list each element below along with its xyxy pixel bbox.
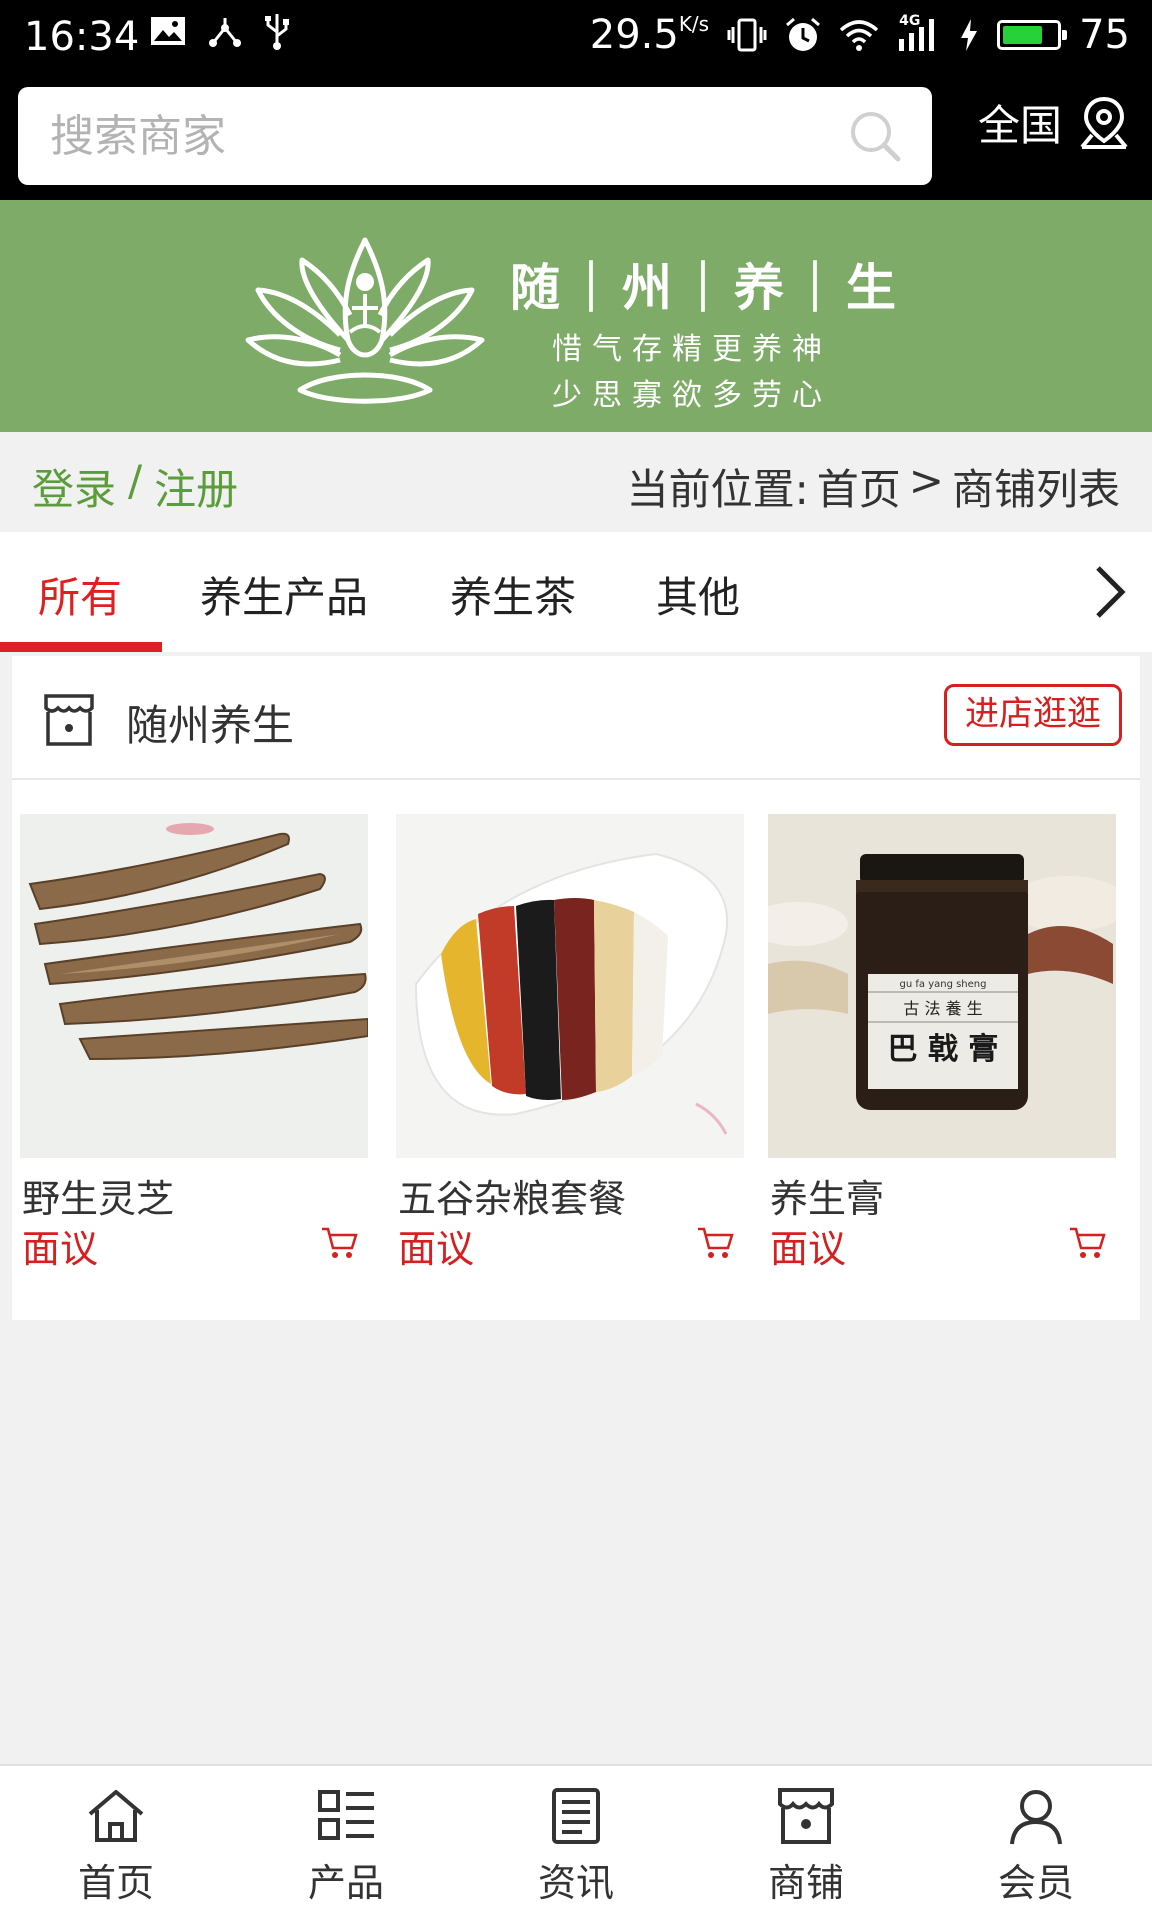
shop-header: 随州养生 进店逛逛 [12,656,1140,780]
region-selector[interactable]: 全国 [978,92,1132,153]
net-speed: 29.5 [589,12,679,58]
location-pin-icon [1080,96,1128,149]
signal-icon [899,19,935,51]
product-price: 面议 [22,1227,99,1271]
shop-card: 随州养生 进店逛逛 野生灵芝 面议 五谷杂粮套餐 面议 gu fa yang s… [12,656,1140,1320]
store-icon [778,1788,834,1844]
nav-member[interactable]: 会员 [956,1786,1116,1907]
product-price: 面议 [770,1227,847,1271]
cart-icon[interactable] [696,1226,734,1260]
alarm-icon [786,17,821,51]
lotus-logo [245,237,485,404]
home-icon [88,1790,144,1842]
search-input[interactable] [48,105,832,167]
breadcrumb-home[interactable]: 首页 [817,456,901,517]
product-card[interactable]: gu fa yang sheng 古 法 養 生 巴 戟 膏 养生膏 面议 [768,814,1116,1271]
banner-brand: 随｜州｜养｜生 [510,258,902,317]
product-image[interactable] [20,814,368,1158]
lingzhi-photo [20,814,368,1158]
product-price: 面议 [398,1227,475,1271]
info-bar: 登录 / 注册 当前位置: 首页 > 商铺列表 [0,432,1152,532]
login-link[interactable]: 登录 [32,456,116,517]
product-name[interactable]: 五谷杂粮套餐 [398,1168,626,1223]
chevron-right-icon[interactable] [1090,562,1130,622]
product-image[interactable]: gu fa yang sheng 古 法 養 生 巴 戟 膏 [768,814,1116,1158]
breadcrumb-prefix: 当前位置: [626,465,809,514]
product-image[interactable] [396,814,744,1158]
grid-list-icon [318,1790,374,1840]
nav-member-label: 会员 [997,1861,1074,1905]
nav-home-label: 首页 [77,1861,154,1905]
battery-percent: 75 [1079,12,1130,58]
product-card[interactable]: 五谷杂粮套餐 面议 [396,814,744,1271]
nav-home[interactable]: 首页 [36,1786,196,1907]
charging-icon [961,19,978,51]
status-time: 16:34 [24,14,140,60]
usb-icon [265,14,289,50]
cart-icon[interactable] [320,1226,358,1260]
jar-label-top: gu fa yang sheng [900,979,987,990]
grains-photo [396,814,744,1158]
region-label: 全国 [977,101,1062,150]
active-tab-indicator [0,642,162,652]
tab-all[interactable]: 所有 [38,564,122,625]
banner: 随｜州｜养｜生 惜气存精更养神 少思寡欲多劳心 [0,200,1152,432]
header: 全国 [0,74,1152,200]
tab-other[interactable]: 其他 [656,564,740,625]
banner-motto-1: 惜气存精更养神 [552,332,832,367]
battery-icon [997,20,1068,50]
breadcrumb: 当前位置: 首页 > 商铺列表 [627,456,1120,517]
nav-stores[interactable]: 商铺 [726,1786,886,1907]
tab-health-products[interactable]: 养生产品 [200,564,368,625]
jar-label-mid: 古 法 養 生 [903,999,982,1018]
nav-news[interactable]: 资讯 [496,1786,656,1907]
tab-health-tea[interactable]: 养生茶 [450,564,576,625]
nav-products[interactable]: 产品 [266,1786,426,1907]
news-icon [552,1788,600,1844]
store-icon [44,694,94,746]
visit-store-button[interactable]: 进店逛逛 [944,684,1122,746]
share-nodes-icon [209,18,241,47]
category-tabs: 所有 养生产品 养生茶 其他 [0,532,1152,652]
auth-links: 登录 / 注册 [32,456,238,517]
jar-label-main: 巴 戟 膏 [888,1032,999,1067]
banner-motto-2: 少思寡欲多劳心 [552,378,832,413]
search-icon[interactable] [848,109,902,163]
breadcrumb-arrow: > [908,456,944,505]
net-speed-unit: K/s [678,12,710,36]
shop-name[interactable]: 随州养生 [126,692,294,753]
product-name[interactable]: 养生膏 [770,1168,884,1223]
nav-products-label: 产品 [307,1861,384,1905]
cart-icon[interactable] [1068,1226,1106,1260]
product-name[interactable]: 野生灵芝 [22,1168,174,1223]
search-box[interactable] [18,87,932,185]
bottom-nav: 首页 产品 资讯 商铺 会员 [0,1764,1152,1920]
nav-stores-label: 商铺 [767,1861,844,1905]
product-card[interactable]: 野生灵芝 面议 [20,814,368,1271]
wifi-icon [839,20,879,51]
battery-level [1003,26,1043,44]
nav-news-label: 资讯 [537,1861,614,1905]
vibrate-icon [727,18,767,52]
status-bar: 16:34 29.5K/s 4G 75 [0,0,1152,74]
auth-separator: / [128,456,143,505]
paste-jar-photo: gu fa yang sheng 古 法 養 生 巴 戟 膏 [768,814,1116,1158]
image-icon [151,17,185,45]
breadcrumb-current: 商铺列表 [951,465,1120,514]
register-link[interactable]: 注册 [154,456,238,517]
user-icon [1010,1790,1062,1845]
